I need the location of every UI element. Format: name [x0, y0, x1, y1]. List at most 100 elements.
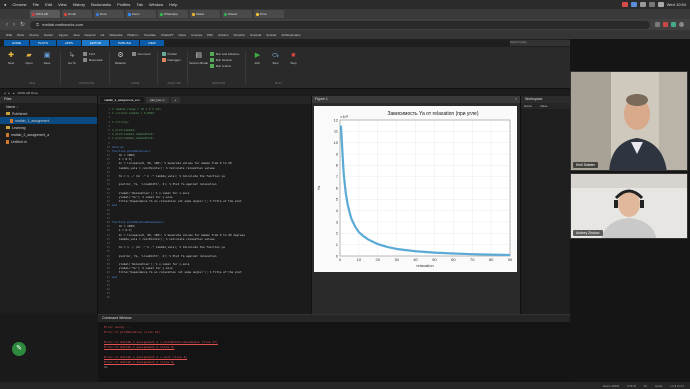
command-prompt[interactable]: >> [98, 365, 570, 370]
browser-tab[interactable]: WhatsApp [158, 10, 188, 18]
section-break-button[interactable]: ▤ Section Break [189, 51, 208, 84]
bookmark-item[interactable]: Git [101, 33, 105, 37]
extension-icon[interactable] [671, 22, 676, 27]
bookmark-item[interactable]: Platform [127, 33, 138, 37]
browser-tab[interactable]: Docs [94, 10, 124, 18]
bookmark-item[interactable]: Courses [191, 33, 202, 37]
menu-chrome[interactable]: Chrome [12, 2, 26, 7]
menu-file[interactable]: File [33, 2, 39, 7]
bookmark-item[interactable]: DSE [6, 33, 12, 37]
tab-editor[interactable]: EDITOR [81, 40, 110, 46]
back-icon[interactable]: ◂ [4, 91, 6, 95]
menu-profiles[interactable]: Profiles [117, 2, 130, 7]
open-button[interactable]: ▰ Open [22, 51, 36, 84]
workspace-col-name[interactable]: Name [524, 104, 532, 108]
goto-button[interactable]: ↳ Go To [65, 51, 79, 84]
bookmark-item[interactable]: Translate [144, 33, 156, 37]
lock-icon[interactable]: ⚿ [36, 22, 39, 27]
video-tile-participant[interactable]: Kirill Sidelev [570, 71, 688, 171]
bookmark-item[interactable]: Jupyter [58, 33, 68, 37]
bookmark-item[interactable]: Work [17, 33, 24, 37]
run-section-button[interactable]: Run Section [209, 58, 240, 62]
bookmark-item[interactable]: Overleaf [250, 33, 261, 37]
menu-help[interactable]: Help [169, 2, 177, 7]
step-button[interactable]: ⤼ Step [268, 51, 282, 84]
tab-plots[interactable]: PLOTS [30, 40, 56, 46]
browser-tab[interactable]: Gmail [62, 10, 92, 18]
menu-history[interactable]: History [73, 2, 85, 7]
menu-view[interactable]: View [58, 2, 67, 7]
browser-tab[interactable]: Zoom [126, 10, 156, 18]
tab-apps[interactable]: APPS [56, 40, 81, 46]
code-line[interactable]: 46 [98, 295, 311, 299]
bookmark-item[interactable]: Simulink [234, 33, 245, 37]
bookmark-item[interactable]: Network [85, 33, 96, 37]
bookmark-item[interactable]: Java [73, 33, 79, 37]
tab-home[interactable]: HOME [4, 40, 29, 46]
file-list-item[interactable]: Learning [0, 124, 97, 131]
help-fab-button[interactable]: ✎ [12, 342, 26, 356]
zoom-icon[interactable] [630, 2, 637, 7]
forward-icon[interactable]: ▸ [9, 91, 11, 95]
new-button[interactable]: ✚ New [4, 51, 18, 84]
bookmark-item[interactable]: Wikipedia [109, 33, 122, 37]
extension-icon[interactable] [663, 22, 668, 27]
files-column-header[interactable]: Name ↓ [0, 103, 97, 110]
run-and-advance-button[interactable]: Run and Advance [209, 52, 239, 56]
refactor-button[interactable]: ⚙ Refactor [114, 51, 128, 84]
line-number[interactable]: 46 [98, 295, 112, 299]
up-folder-icon[interactable]: ▴ [13, 91, 15, 95]
bookmark-item[interactable]: News [178, 33, 186, 37]
file-list-item[interactable]: Published [0, 110, 97, 117]
plot-area[interactable]: 0 10 20 30 40 50 60 70 80 90 0 1 2 3 4 5 6 7 8 9 10 11 12 ×10⁵ З… [314, 106, 517, 272]
stop-button[interactable]: ■ Stop [286, 51, 300, 84]
clock[interactable]: Wed 10:54 [667, 2, 686, 7]
run-button[interactable]: ▶ Run [250, 51, 264, 84]
comment-button[interactable]: Comment [131, 52, 151, 56]
tab-view[interactable]: VIEW [139, 40, 164, 46]
bookmark-item[interactable]: Docker [44, 33, 54, 37]
current-folder-path[interactable]: /MATLAB Drive [18, 91, 38, 95]
figure-title[interactable]: Figure 1 [315, 96, 328, 103]
forward-arrow-icon[interactable]: › [13, 22, 15, 28]
file-list-item[interactable]: Untitled.m [0, 138, 97, 145]
file-list-item[interactable]: matlab_2_assignment_a [0, 131, 97, 138]
file-list-item[interactable]: matlab_1_assignment [0, 117, 97, 124]
tab-publish[interactable]: PUBLISH [110, 40, 139, 46]
code-editor[interactable]: matlab_1_assignment_a.m plot_line.m + 1%… [98, 96, 312, 314]
bookmark-item[interactable]: ChatGPT [161, 33, 174, 37]
bookmark-item[interactable]: Ubuntu [29, 33, 39, 37]
control-center-icon[interactable] [657, 2, 664, 7]
browser-tab[interactable]: Slides [190, 10, 220, 18]
extension-icon[interactable] [655, 22, 660, 27]
reload-icon[interactable]: ↻ [20, 21, 25, 28]
workspace-col-value[interactable]: Value [540, 104, 547, 108]
bookmark-item[interactable]: Arduino [218, 33, 228, 37]
editor-tab[interactable]: matlab_1_assignment_a.m [100, 97, 145, 103]
run-to-end-button[interactable]: Run to End [209, 64, 240, 68]
debugger-button[interactable]: Debugger [161, 58, 181, 62]
menu-window[interactable]: Window [149, 2, 163, 7]
bookmark-item[interactable]: PDF [207, 33, 213, 37]
browser-tab[interactable]: Drive [254, 10, 284, 18]
bookmark-item[interactable]: Scholar [266, 33, 276, 37]
menu-tab[interactable]: Tab [136, 2, 142, 7]
browser-tab[interactable]: Sheets [222, 10, 252, 18]
command-window[interactable]: Command Window Error using ... Error in p… [98, 314, 570, 382]
code-lines[interactable]: 1% lambda_range = [0 1 2 5 10] 2% current… [98, 104, 311, 300]
url-field[interactable]: ⚿ matlab.mathworks.com [30, 20, 650, 29]
new-tab-button[interactable]: + [170, 97, 181, 103]
menu-edit[interactable]: Edit [45, 2, 52, 7]
editor-tab[interactable]: plot_line.m [146, 97, 169, 103]
back-arrow-icon[interactable]: ‹ [6, 22, 8, 28]
menu-bookmarks[interactable]: Bookmarks [91, 2, 111, 7]
wifi-icon[interactable] [639, 2, 646, 7]
apple-icon[interactable]: ● [4, 2, 6, 7]
profiler-button[interactable]: Profiler [161, 52, 181, 56]
battery-icon[interactable] [648, 2, 655, 7]
browser-tab[interactable]: MATLAB [30, 10, 60, 18]
find-button[interactable]: Find [83, 52, 103, 56]
save-button[interactable]: ▣ Save [40, 51, 54, 84]
video-tile-participant[interactable]: Andrey Zhukov [570, 173, 688, 239]
profile-avatar-icon[interactable] [679, 22, 684, 27]
